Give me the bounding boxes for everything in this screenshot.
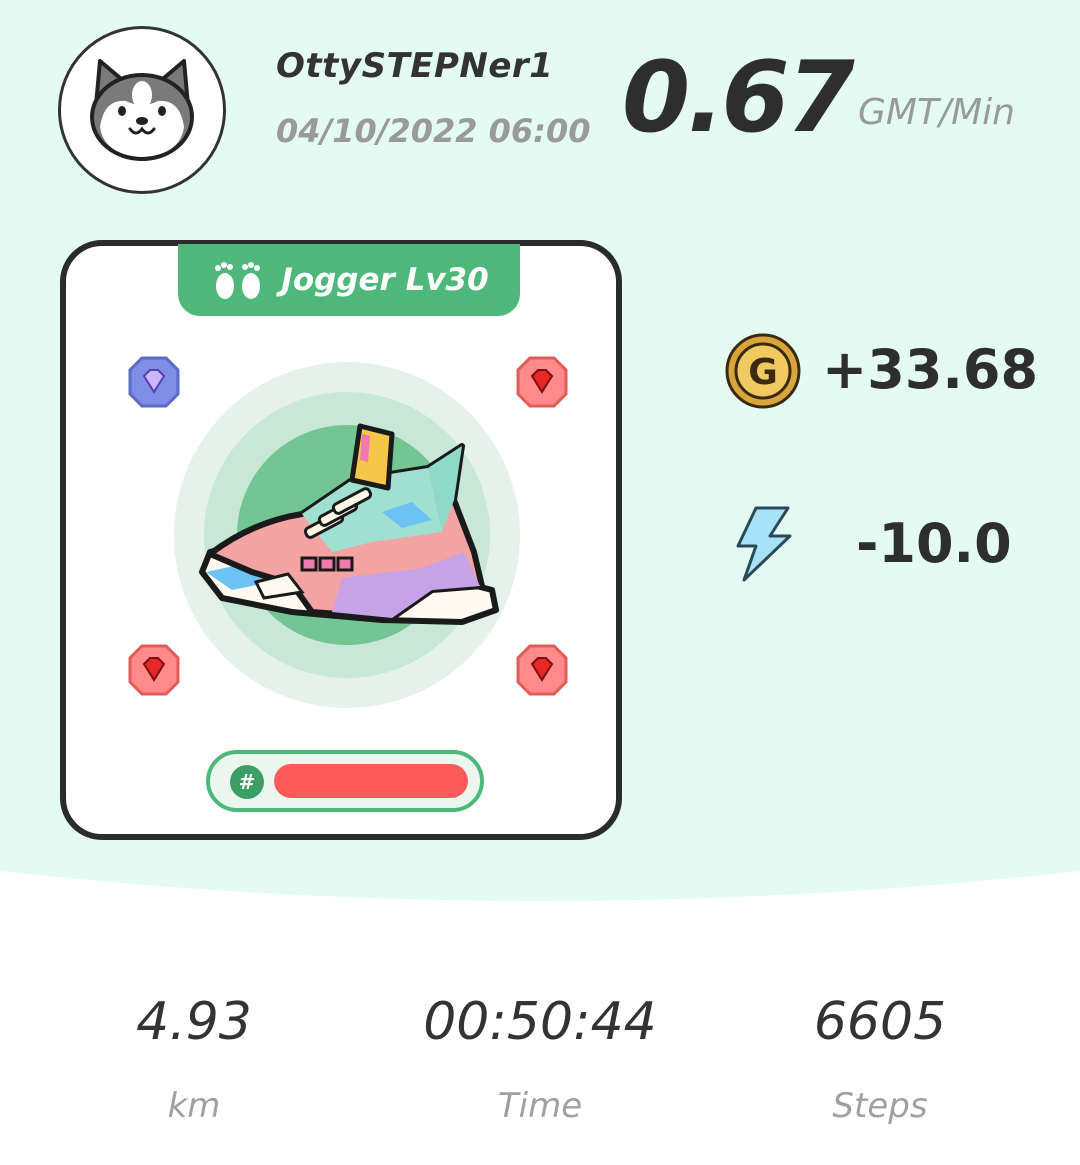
sneaker-image[interactable] (192, 422, 512, 642)
gst-earned-value: +33.68 (822, 338, 1039, 401)
efficiency-gem-socket-icon[interactable] (126, 642, 182, 698)
comfort-gem-socket-icon[interactable] (126, 354, 182, 410)
gmt-rate-value: 0.67 (622, 41, 855, 155)
hash-icon: # (230, 765, 264, 799)
distance-value: 4.93 (136, 992, 252, 1052)
curved-divider (0, 871, 1080, 911)
lightning-icon (736, 506, 792, 582)
time-value: 00:50:44 (423, 992, 657, 1052)
sneaker-level-tab: Jogger Lv30 (178, 244, 520, 316)
distance-label: km (167, 1086, 221, 1126)
steps-label: Steps (832, 1086, 928, 1126)
redacted-sneaker-id (274, 764, 468, 798)
time-label: Time (497, 1086, 583, 1126)
steps-value: 6605 (813, 992, 947, 1052)
gst-coin-icon: G (725, 333, 801, 409)
run-datetime: 04/10/2022 06:00 (276, 112, 591, 150)
efficiency-gem-socket-icon[interactable] (514, 354, 570, 410)
gmt-rate-unit: GMT/Min (858, 92, 1015, 133)
username: OttySTEPNer1 (276, 46, 554, 86)
energy-spent-value: -10.0 (856, 512, 1012, 575)
sneaker-id-pill[interactable]: # (206, 750, 484, 812)
shiba-dog-avatar-icon (90, 59, 194, 161)
efficiency-gem-socket-icon[interactable] (514, 642, 570, 698)
svg-text:G: G (748, 352, 778, 393)
footprints-icon (215, 262, 261, 299)
sneaker-card[interactable]: Jogger Lv30 # (60, 240, 622, 840)
avatar (58, 26, 226, 194)
sneaker-level-label: Jogger Lv30 (281, 262, 489, 298)
